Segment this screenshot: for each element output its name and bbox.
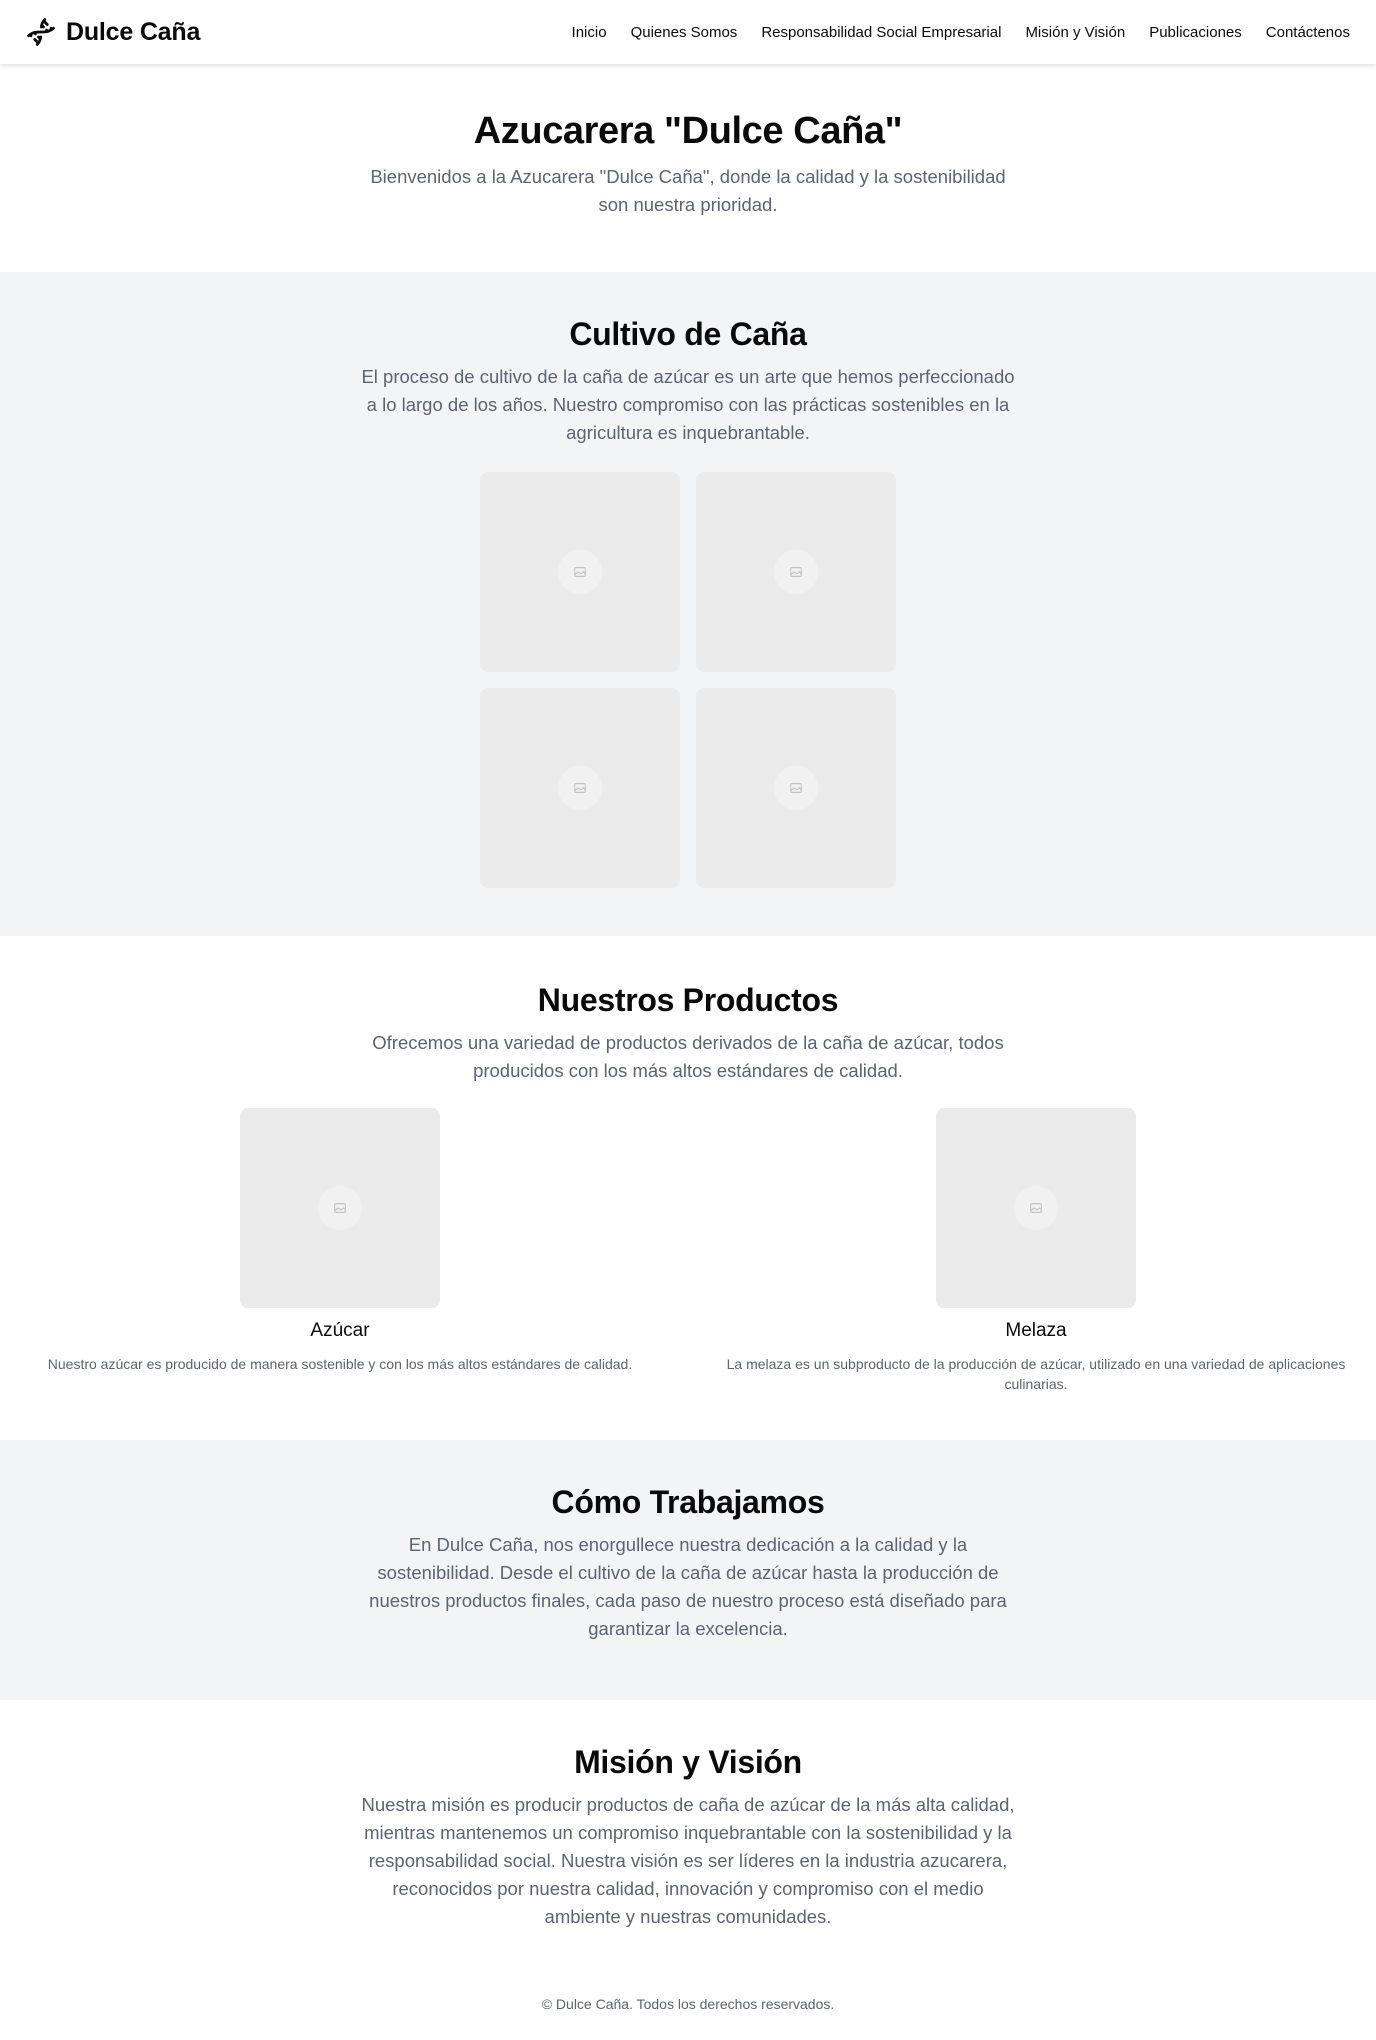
trabajo-text: En Dulce Caña, nos enorgullece nuestra d…: [369, 1534, 1007, 1639]
image-placeholder-icon: [774, 550, 818, 594]
product-card: Azúcar Nuestro azúcar es producido de ma…: [26, 1108, 654, 1374]
nav-responsabilidad-social[interactable]: Responsabilidad Social Empresarial: [761, 24, 1001, 41]
gallery-image: [696, 472, 896, 672]
product-image: [240, 1108, 440, 1308]
product-description: Nuestro azúcar es producido de manera so…: [47, 1356, 633, 1372]
mision-title: Misión y Visión: [574, 1744, 802, 1780]
trabajo-title: Cómo Trabajamos: [551, 1484, 825, 1520]
trabajo-section: Cómo Trabajamos En Dulce Caña, nos enorg…: [0, 1440, 1376, 1700]
hero-text: Bienvenidos a la Azucarera "Dulce Caña",…: [370, 166, 1006, 215]
product-card: Melaza La melaza es un subproducto de la…: [700, 1108, 1372, 1394]
product-name: Azúcar: [310, 1320, 370, 1341]
product-description: La melaza es un subproducto de la produc…: [726, 1356, 1346, 1392]
gallery-image: [480, 688, 680, 888]
copyright-text: © Dulce Caña. Todos los derechos reserva…: [541, 1996, 835, 2012]
cultivo-gallery: [480, 472, 896, 888]
hero-title: Azucarera "Dulce Caña": [473, 110, 903, 152]
image-placeholder-icon: [774, 766, 818, 810]
gallery-image: [696, 688, 896, 888]
nav-inicio[interactable]: Inicio: [572, 24, 607, 41]
nav-publicaciones[interactable]: Publicaciones: [1149, 24, 1242, 41]
cultivo-section: Cultivo de Caña El proceso de cultivo de…: [0, 272, 1376, 936]
image-placeholder-icon: [318, 1186, 362, 1230]
mision-section: Misión y Visión Nuestra misión es produc…: [0, 1700, 1376, 1980]
cultivo-text: El proceso de cultivo de la caña de azúc…: [361, 366, 1015, 443]
hero-section: Azucarera "Dulce Caña" Bienvenidos a la …: [0, 64, 1376, 272]
productos-title: Nuestros Productos: [537, 982, 839, 1018]
image-placeholder-icon: [1014, 1186, 1058, 1230]
mision-text: Nuestra misión es producir productos de …: [361, 1794, 1015, 1927]
productos-section: Nuestros Productos Ofrecemos una varieda…: [0, 936, 1376, 1440]
nav-mision-vision[interactable]: Misión y Visión: [1025, 24, 1125, 41]
product-image: [936, 1108, 1136, 1308]
gallery-image: [480, 472, 680, 672]
brand-link[interactable]: Dulce Caña: [26, 17, 200, 47]
product-name: Melaza: [1005, 1320, 1067, 1341]
image-placeholder-icon: [558, 766, 602, 810]
nav-contactenos[interactable]: Contáctenos: [1266, 24, 1350, 41]
nav-quienes-somos[interactable]: Quienes Somos: [631, 24, 738, 41]
main-nav: Inicio Quienes Somos Responsabilidad Soc…: [572, 24, 1350, 41]
site-header: Dulce Caña Inicio Quienes Somos Responsa…: [0, 0, 1376, 64]
image-placeholder-icon: [558, 550, 602, 594]
productos-text: Ofrecemos una variedad de productos deri…: [372, 1032, 1004, 1081]
brand-name: Dulce Caña: [66, 17, 201, 46]
cultivo-title: Cultivo de Caña: [569, 316, 807, 352]
dna-icon: [27, 18, 55, 46]
site-footer: © Dulce Caña. Todos los derechos reserva…: [0, 1996, 1376, 2012]
